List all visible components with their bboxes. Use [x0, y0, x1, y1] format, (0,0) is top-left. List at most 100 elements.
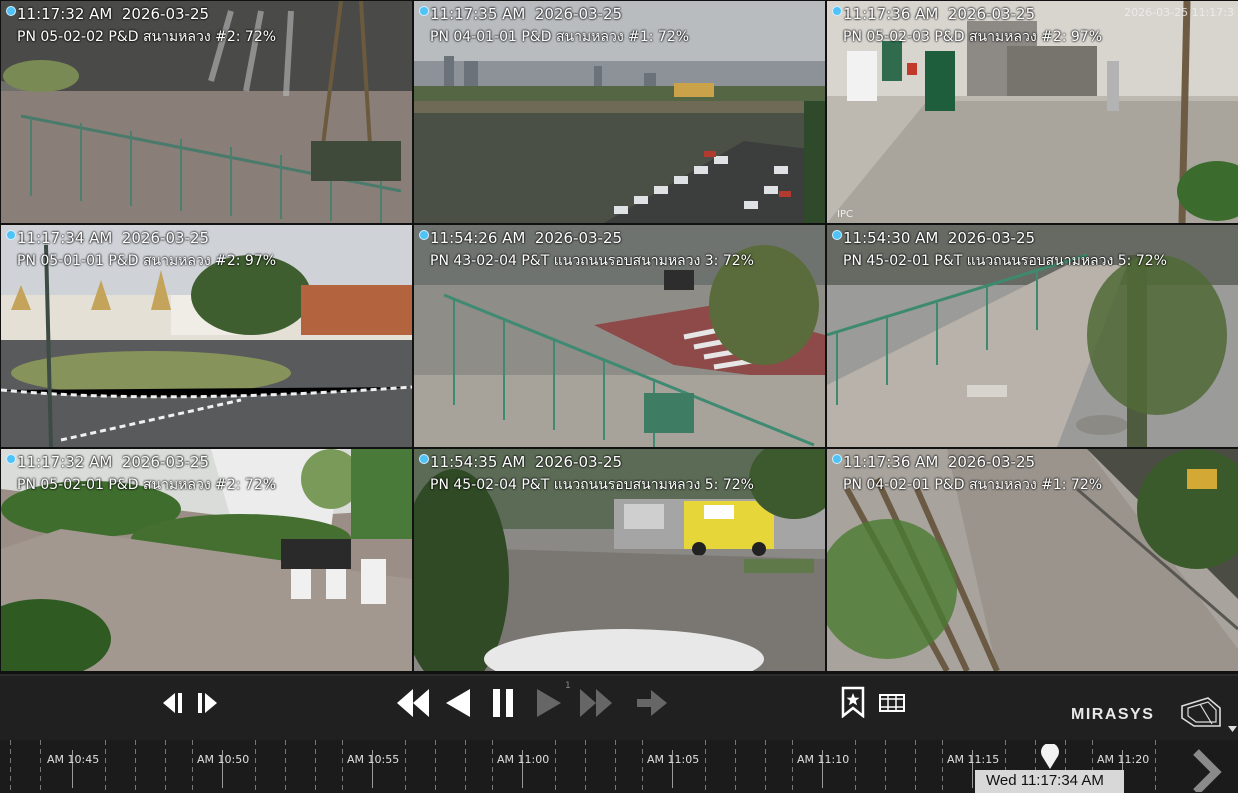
timeline-label: AM 10:45: [47, 753, 100, 766]
camera-overlay-datetime: 2026-03-25 11:17:3: [1124, 6, 1234, 19]
rewind-icon: [397, 689, 429, 717]
timeline-tick: [765, 740, 766, 793]
play-reverse-button[interactable]: [443, 686, 473, 720]
timeline-next-button[interactable]: [1186, 746, 1226, 793]
step-forward-frame-icon: [198, 693, 217, 713]
timeline-tick: [915, 740, 916, 793]
pause-button[interactable]: [488, 686, 518, 720]
timeline-label: AM 11:15: [947, 753, 1000, 766]
camera-tile[interactable]: 11:17:35 AM 2026-03-25 PN 04-01-01 P&D ส…: [414, 1, 825, 223]
timeline-label: AM 11:10: [797, 753, 850, 766]
camera-tile[interactable]: 2026-03-25 11:17:3 11:17:36 AM 2026-03-2…: [827, 1, 1238, 223]
camera-label: PN 05-02-02 P&D สนามหลวง #2: 72%: [17, 29, 277, 45]
fast-forward-button[interactable]: [577, 686, 615, 720]
timeline-tick: [555, 740, 556, 793]
camera-label: PN 45-02-04 P&T แนวถนนรอบสนามหลวง 5: 72%: [430, 477, 754, 493]
camera-tile[interactable]: 11:54:26 AM 2026-03-25 PN 43-02-04 P&T แ…: [414, 225, 825, 447]
bookmark-icon: [841, 686, 865, 718]
timeline-tick: [855, 740, 856, 793]
recording-indicator-icon: [6, 454, 16, 464]
timeline-playhead-marker-icon[interactable]: [1040, 744, 1060, 770]
play-icon: [537, 689, 561, 717]
camera-overlay-ipc: IPC: [837, 209, 853, 220]
export-clip-button[interactable]: [877, 689, 907, 717]
timeline-tick: [792, 740, 793, 793]
camera-label: PN 43-02-04 P&T แนวถนนรอบสนามหลวง 3: 72%: [430, 253, 754, 269]
camera-label: PN 45-02-01 P&T แนวถนนรอบสนามหลวง 5: 72%: [843, 253, 1167, 269]
timeline-tick: [315, 740, 316, 793]
camera-timestamp: 11:17:34 AM 2026-03-25: [17, 229, 210, 247]
timeline-cursor-time: Wed 11:17:34 AM: [986, 772, 1104, 789]
bookmark-button[interactable]: [838, 685, 868, 719]
recording-indicator-icon: [419, 454, 429, 464]
play-button[interactable]: [534, 686, 564, 720]
recording-indicator-icon: [832, 230, 842, 240]
timeline-tick: [615, 740, 616, 793]
timeline-tick: [165, 740, 166, 793]
brand-name: MIRASYS: [1071, 706, 1155, 723]
timeline-tick: [405, 740, 406, 793]
timeline-label: AM 10:50: [197, 753, 250, 766]
playback-control-bar: 1 MIRASYS AM 10:45 AM 10:50 AM 10:55 AM …: [0, 674, 1238, 793]
film-icon: [879, 694, 905, 712]
timeline-label: AM 11:00: [497, 753, 550, 766]
step-back-frame-button[interactable]: [158, 688, 186, 718]
go-live-button[interactable]: [633, 686, 671, 720]
recording-indicator-icon: [6, 6, 16, 16]
playback-speed-label: 1: [565, 681, 571, 691]
camera-tile[interactable]: 11:17:34 AM 2026-03-25 PN 05-01-01 P&D ส…: [1, 225, 412, 447]
camera-timestamp: 11:17:35 AM 2026-03-25: [430, 5, 623, 23]
camera-tile[interactable]: 11:17:32 AM 2026-03-25 PN 05-02-01 P&D ส…: [1, 449, 412, 671]
camera-timestamp: 11:54:26 AM 2026-03-25: [430, 229, 623, 247]
chevron-right-icon: [1193, 748, 1222, 792]
timeline-tick: [1155, 740, 1156, 793]
timeline-tick: [435, 740, 436, 793]
camera-tile[interactable]: 11:17:32 AM 2026-03-25 PN 05-02-02 P&D ส…: [1, 1, 412, 223]
timeline-tick: [342, 740, 343, 793]
camera-label: PN 04-02-01 P&D สนามหลวง #1: 72%: [843, 477, 1103, 493]
timeline-tick: [942, 740, 943, 793]
camera-timestamp: 11:17:32 AM 2026-03-25: [17, 453, 210, 471]
timeline-tick: [885, 740, 886, 793]
timeline[interactable]: AM 10:45 AM 10:50 AM 10:55 AM 11:00 AM 1…: [0, 740, 1238, 793]
timeline-tick: [735, 740, 736, 793]
camera-timestamp: 11:54:30 AM 2026-03-25: [843, 229, 1036, 247]
camera-tile[interactable]: 11:17:36 AM 2026-03-25 PN 04-02-01 P&D ส…: [827, 449, 1238, 671]
timeline-tick: [40, 740, 41, 793]
timeline-tick: [10, 740, 11, 793]
timeline-tick: [135, 740, 136, 793]
play-reverse-icon: [446, 689, 470, 717]
pause-icon: [493, 689, 513, 717]
dropdown-icon[interactable]: [1228, 726, 1237, 732]
timeline-tick: [465, 740, 466, 793]
timeline-label: AM 11:20: [1097, 753, 1150, 766]
recording-indicator-icon: [832, 6, 842, 16]
recording-indicator-icon: [419, 230, 429, 240]
camera-tile[interactable]: 11:54:30 AM 2026-03-25 PN 45-02-01 P&T แ…: [827, 225, 1238, 447]
mirasys-logo-icon: [1181, 697, 1221, 727]
rewind-button[interactable]: [394, 686, 432, 720]
step-back-frame-icon: [163, 693, 182, 713]
camera-timestamp: 11:54:35 AM 2026-03-25: [430, 453, 623, 471]
timeline-tick: [642, 740, 643, 793]
camera-timestamp: 11:17:32 AM 2026-03-25: [17, 5, 210, 23]
timeline-tick: [285, 740, 286, 793]
timeline-tick: [585, 740, 586, 793]
camera-timestamp: 11:17:36 AM 2026-03-25: [843, 453, 1036, 471]
camera-grid: 11:17:32 AM 2026-03-25 PN 05-02-02 P&D ส…: [0, 0, 1238, 674]
camera-label: PN 05-02-03 P&D สนามหลวง #2: 97%: [843, 29, 1103, 45]
camera-tile[interactable]: 11:54:35 AM 2026-03-25 PN 45-02-04 P&T แ…: [414, 449, 825, 671]
timeline-tick: [105, 740, 106, 793]
camera-timestamp: 11:17:36 AM 2026-03-25: [843, 5, 1036, 23]
timeline-label: AM 10:55: [347, 753, 400, 766]
recording-indicator-icon: [832, 454, 842, 464]
step-forward-frame-button[interactable]: [194, 688, 222, 718]
timeline-label: AM 11:05: [647, 753, 700, 766]
timeline-tick: [705, 740, 706, 793]
timeline-tick: [255, 740, 256, 793]
go-live-icon: [637, 690, 667, 716]
fast-forward-icon: [580, 689, 612, 717]
recording-indicator-icon: [419, 6, 429, 16]
camera-label: PN 05-01-01 P&D สนามหลวง #2: 97%: [17, 253, 277, 269]
timeline-tick: [192, 740, 193, 793]
